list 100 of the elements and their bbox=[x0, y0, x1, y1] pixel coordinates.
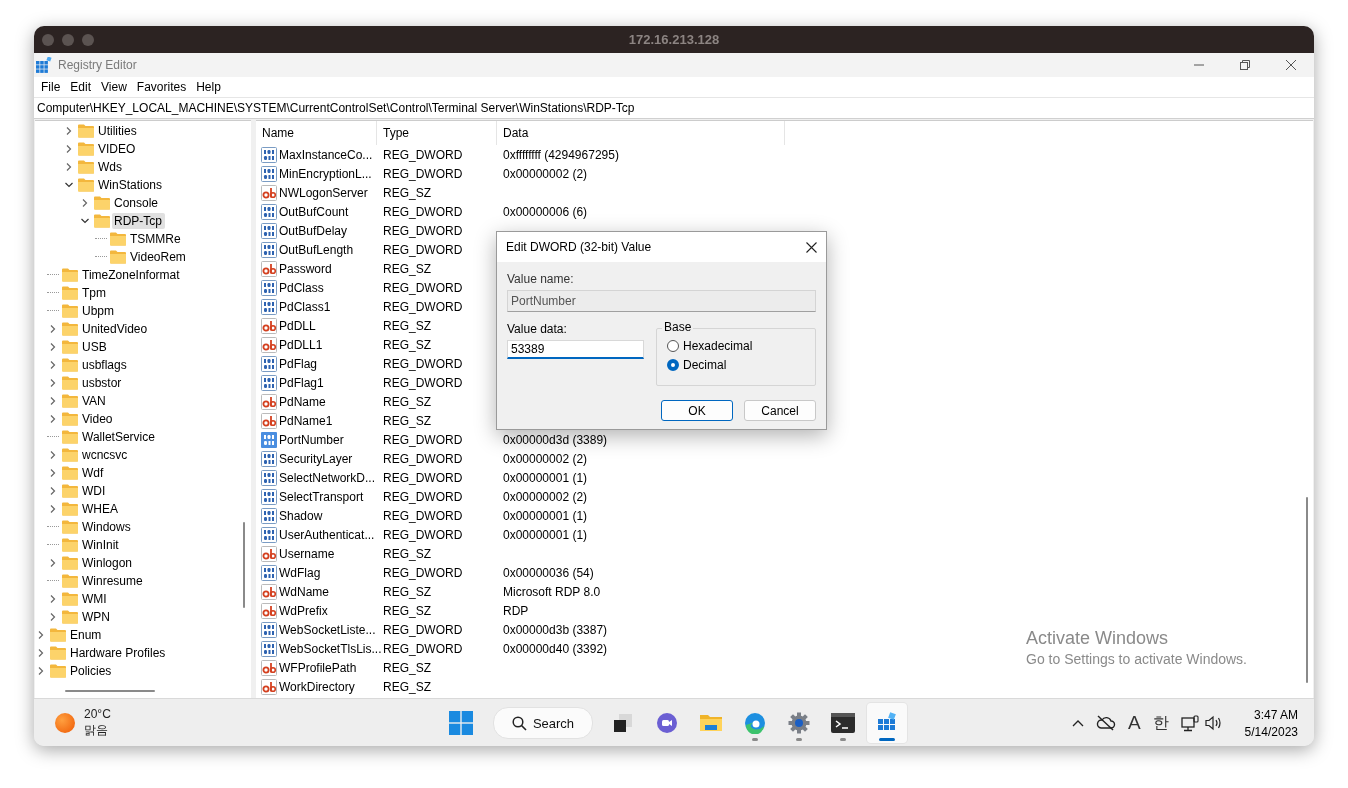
value-name[interactable]: PdDLL1 bbox=[279, 337, 323, 352]
radio-button[interactable] bbox=[667, 359, 679, 371]
tree-item[interactable]: WinInit bbox=[80, 537, 122, 553]
tree-item[interactable]: WalletService bbox=[80, 429, 158, 445]
expand-chevron-icon[interactable] bbox=[48, 612, 58, 622]
scrollbar-thumb[interactable] bbox=[1306, 497, 1308, 683]
value-name[interactable]: Shadow bbox=[279, 508, 323, 523]
tree-item[interactable]: usbstor bbox=[80, 375, 125, 391]
expand-chevron-icon[interactable] bbox=[48, 486, 58, 496]
ime-indicator[interactable]: 한 bbox=[1152, 712, 1169, 734]
scrollbar-thumb[interactable] bbox=[65, 690, 155, 692]
input-mode-indicator[interactable]: A bbox=[1127, 712, 1141, 734]
network-icon[interactable] bbox=[1180, 714, 1199, 732]
expand-chevron-icon[interactable] bbox=[36, 630, 46, 640]
expand-chevron-icon[interactable] bbox=[48, 378, 58, 388]
tree-item[interactable]: Wdf bbox=[80, 465, 107, 481]
menu-item[interactable]: File bbox=[37, 80, 67, 94]
tree-item[interactable]: TSMMRe bbox=[128, 231, 184, 247]
value-name[interactable]: PdClass1 bbox=[279, 299, 331, 314]
value-name[interactable]: PdClass bbox=[279, 280, 324, 295]
clock[interactable]: 3:47 AM 5/14/2023 bbox=[1244, 707, 1298, 739]
tree-item[interactable]: Video bbox=[80, 411, 116, 427]
menu-item[interactable]: Favorites bbox=[132, 80, 193, 94]
value-name[interactable]: PdName1 bbox=[279, 413, 333, 428]
tree-item[interactable]: VAN bbox=[80, 393, 109, 409]
tree-item[interactable]: Utilities bbox=[96, 123, 140, 139]
collapse-chevron-icon[interactable] bbox=[80, 216, 90, 226]
tree-item[interactable]: Policies bbox=[68, 663, 115, 679]
column-header[interactable]: Name bbox=[256, 121, 377, 145]
tree-item[interactable]: Wds bbox=[96, 159, 125, 175]
tree-item[interactable]: USB bbox=[80, 339, 110, 355]
tree-item[interactable]: WDI bbox=[80, 483, 109, 499]
column-header[interactable]: Type bbox=[377, 121, 497, 145]
value-name[interactable]: PdFlag1 bbox=[279, 375, 324, 390]
expand-chevron-icon[interactable] bbox=[64, 162, 74, 172]
tree-item[interactable]: wcncsvc bbox=[80, 447, 131, 463]
tree-item[interactable]: Enum bbox=[68, 627, 105, 643]
value-name[interactable]: OutBufLength bbox=[279, 242, 354, 257]
value-name[interactable]: WebSocketTlsLis... bbox=[279, 641, 382, 656]
tree-item[interactable]: VideoRem bbox=[128, 249, 189, 265]
radio-label[interactable]: Decimal bbox=[683, 358, 727, 372]
ok-button[interactable]: OK bbox=[661, 400, 733, 421]
tree-item[interactable]: Winlogon bbox=[80, 555, 136, 571]
expand-chevron-icon[interactable] bbox=[48, 504, 58, 514]
tree-item[interactable]: RDP-Tcp bbox=[112, 213, 165, 229]
tree-item[interactable]: WinStations bbox=[96, 177, 166, 193]
value-name[interactable]: WorkDirectory bbox=[279, 679, 355, 694]
expand-chevron-icon[interactable] bbox=[80, 198, 90, 208]
collapse-chevron-icon[interactable] bbox=[64, 180, 74, 190]
value-name[interactable]: PdDLL bbox=[279, 318, 316, 333]
tree-item[interactable]: usbflags bbox=[80, 357, 130, 373]
value-name[interactable]: SecurityLayer bbox=[279, 451, 353, 466]
tree-item[interactable]: Windows bbox=[80, 519, 134, 535]
tree-item[interactable]: VIDEO bbox=[96, 141, 139, 157]
expand-chevron-icon[interactable] bbox=[48, 360, 58, 370]
close-light[interactable] bbox=[42, 33, 54, 46]
value-name[interactable]: PortNumber bbox=[279, 432, 344, 447]
value-name[interactable]: PdFlag bbox=[279, 356, 318, 371]
cloud-off-icon[interactable] bbox=[1095, 715, 1116, 731]
tree-item[interactable]: Hardware Profiles bbox=[68, 645, 169, 661]
value-name[interactable]: OutBufDelay bbox=[279, 223, 348, 238]
expand-chevron-icon[interactable] bbox=[48, 468, 58, 478]
value-name[interactable]: WdFlag bbox=[279, 565, 321, 580]
expand-chevron-icon[interactable] bbox=[48, 414, 58, 424]
expand-chevron-icon[interactable] bbox=[36, 666, 46, 676]
value-name[interactable]: PdName bbox=[279, 394, 326, 409]
tree-item[interactable]: WMI bbox=[80, 591, 110, 607]
expand-chevron-icon[interactable] bbox=[64, 126, 74, 136]
value-name[interactable]: OutBufCount bbox=[279, 204, 349, 219]
value-name[interactable]: SelectNetworkD... bbox=[279, 470, 376, 485]
expand-chevron-icon[interactable] bbox=[48, 450, 58, 460]
radio-button[interactable] bbox=[667, 340, 679, 352]
radio-label[interactable]: Hexadecimal bbox=[683, 339, 753, 353]
expand-chevron-icon[interactable] bbox=[48, 396, 58, 406]
value-name[interactable]: WebSocketListe... bbox=[279, 622, 376, 637]
value-name[interactable]: WdPrefix bbox=[279, 603, 328, 618]
tree-item[interactable]: TimeZoneInformat bbox=[80, 267, 183, 283]
value-name[interactable]: MaxInstanceCo... bbox=[279, 147, 373, 162]
scrollbar-thumb[interactable] bbox=[243, 522, 245, 608]
menu-item[interactable]: Edit bbox=[66, 80, 98, 94]
value-name[interactable]: SelectTransport bbox=[279, 489, 364, 504]
value-name[interactable]: WFProfilePath bbox=[279, 660, 357, 675]
speaker-icon[interactable] bbox=[1204, 715, 1223, 731]
value-name[interactable]: UserAuthenticat... bbox=[279, 527, 375, 542]
menu-item[interactable]: Help bbox=[192, 80, 227, 94]
value-data-field[interactable]: 53389 bbox=[507, 340, 644, 359]
tree-item[interactable]: UnitedVideo bbox=[80, 321, 151, 337]
expand-chevron-icon[interactable] bbox=[48, 342, 58, 352]
value-name[interactable]: Password bbox=[279, 261, 332, 276]
value-name[interactable]: MinEncryptionL... bbox=[279, 166, 372, 181]
tree-item[interactable]: Winresume bbox=[80, 573, 146, 589]
tree-item[interactable]: Tpm bbox=[80, 285, 109, 301]
cancel-button[interactable]: Cancel bbox=[744, 400, 816, 421]
expand-chevron-icon[interactable] bbox=[48, 558, 58, 568]
expand-chevron-icon[interactable] bbox=[36, 648, 46, 658]
tree-item[interactable]: Console bbox=[112, 195, 162, 211]
expand-chevron-icon[interactable] bbox=[48, 594, 58, 604]
search-button[interactable]: Search bbox=[492, 707, 594, 739]
column-header[interactable]: Data bbox=[497, 121, 785, 145]
minimize-light[interactable] bbox=[62, 33, 74, 46]
